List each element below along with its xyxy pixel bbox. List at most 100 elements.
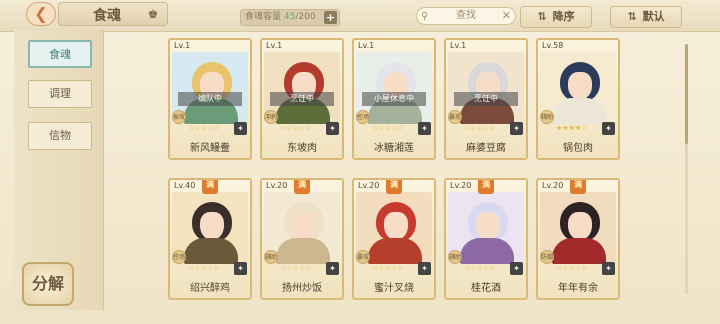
decompose-label: 分解 xyxy=(31,274,64,293)
character-body xyxy=(552,238,606,264)
star-rating: ☆☆☆☆☆ xyxy=(464,264,496,272)
food-soul-card[interactable]: Lv.1 小屋休息中 控场 ☆☆☆☆☆ ✦ 冰糖湘莲 xyxy=(352,38,436,160)
food-soul-card[interactable]: Lv.1 烹饪中 暴攻 ☆☆☆☆☆ ✦ 麻婆豆腐 xyxy=(444,38,528,160)
card-name: 锅包肉 xyxy=(563,143,593,154)
element-badge: 辅助 xyxy=(448,250,462,264)
food-soul-card[interactable]: Lv.1 烹饪中 冲刺 ☆☆☆☆☆ ✦ 东坡肉 xyxy=(260,38,344,160)
star-rating: ☆☆☆☆☆ xyxy=(280,264,312,272)
element-badge: 暴攻 xyxy=(448,110,462,124)
search-input[interactable]: ⚲ 查找 ✕ xyxy=(416,7,516,25)
max-ribbon: 满 xyxy=(478,180,494,194)
star-rating: ★★★★☆ xyxy=(556,124,588,132)
back-button[interactable]: ❮ xyxy=(26,2,56,26)
capacity-total: /200 xyxy=(295,12,316,22)
card-level: Lv.58 xyxy=(542,41,564,50)
character-body xyxy=(552,98,606,124)
sort-type-label: 默认 xyxy=(642,10,665,23)
character-body xyxy=(368,238,422,264)
max-ribbon: 满 xyxy=(570,180,586,194)
star-rating: ☆☆☆☆☆ xyxy=(556,264,588,272)
card-level: Lv.1 xyxy=(266,41,283,50)
food-soul-card[interactable]: 满 Lv.20 暴攻 ☆☆☆☆☆ ✦ 蜜汁叉烧 xyxy=(352,178,436,300)
card-status: 编队中 xyxy=(178,92,242,106)
clear-icon[interactable]: ✕ xyxy=(502,8,511,24)
sort-order-button[interactable]: ⇅ 降序 xyxy=(520,6,592,28)
food-soul-card[interactable]: 满 Lv.40 控场 ☆☆☆☆☆ ✦ 绍兴醉鸡 xyxy=(168,178,252,300)
card-level: Lv.40 xyxy=(174,181,196,190)
food-soul-card[interactable]: Lv.1 编队中 振攻 ☆☆☆☆☆ ✦ 新风鳗鲞 xyxy=(168,38,252,160)
game-screen: ❮ 食魂 ♚ 食魂容量 45/200 + ⚲ 查找 ✕ ⇅ 降序 ⇅ 默认 食魂 调… xyxy=(0,0,720,324)
search-icon: ⚲ xyxy=(421,11,429,22)
element-badge: 冲刺 xyxy=(264,110,278,124)
card-name: 麻婆豆腐 xyxy=(466,143,506,154)
element-badge: 振攻 xyxy=(172,110,186,124)
skill-icon: ✦ xyxy=(602,122,615,135)
food-soul-card[interactable]: 满 Lv.20 防御 ☆☆☆☆☆ ✦ 年年有余 xyxy=(536,178,620,300)
card-name: 年年有余 xyxy=(558,283,598,294)
star-rating: ☆☆☆☆☆ xyxy=(188,124,220,132)
card-level: Lv.1 xyxy=(174,41,191,50)
card-name: 蜜汁叉烧 xyxy=(374,283,414,294)
top-bar: ❮ 食魂 ♚ 食魂容量 45/200 + ⚲ 查找 ✕ ⇅ 降序 ⇅ 默认 xyxy=(0,0,720,32)
card-level: Lv.1 xyxy=(450,41,467,50)
card-level: Lv.20 xyxy=(542,181,564,190)
card-status: 烹饪中 xyxy=(270,92,334,106)
skill-icon: ✦ xyxy=(234,122,247,135)
character-face xyxy=(200,212,224,240)
tab-food-soul-label: 食魂 xyxy=(49,48,71,61)
food-soul-card[interactable]: Lv.58 辅助 ★★★★☆ ✦ 锅包肉 xyxy=(536,38,620,160)
element-badge: 控场 xyxy=(356,110,370,124)
tab-keepsake[interactable]: 信物 xyxy=(28,122,92,150)
star-rating: ☆☆☆☆☆ xyxy=(372,124,404,132)
max-ribbon: 满 xyxy=(202,180,218,194)
star-rating: ☆☆☆☆☆ xyxy=(372,264,404,272)
card-level: Lv.20 xyxy=(266,181,288,190)
character-body xyxy=(184,238,238,264)
star-rating: ☆☆☆☆☆ xyxy=(280,124,312,132)
max-ribbon: 满 xyxy=(294,180,310,194)
card-name: 绍兴醉鸡 xyxy=(190,283,230,294)
element-badge: 控场 xyxy=(172,250,186,264)
element-badge: 辅助 xyxy=(540,110,554,124)
skill-icon: ✦ xyxy=(510,122,523,135)
title-tab: 食魂 ♚ xyxy=(58,2,168,26)
decompose-button[interactable]: 分解 xyxy=(22,262,74,306)
character-face xyxy=(568,212,592,240)
page-title: 食魂 xyxy=(93,8,121,24)
card-name: 冰糖湘莲 xyxy=(374,143,414,154)
skill-icon: ✦ xyxy=(234,262,247,275)
sort-order-label: 降序 xyxy=(552,10,575,23)
card-level: Lv.20 xyxy=(450,181,472,190)
skill-icon: ✦ xyxy=(510,262,523,275)
skill-icon: ✦ xyxy=(326,262,339,275)
character-face xyxy=(292,212,316,240)
search-placeholder: 查找 xyxy=(456,10,476,21)
element-badge: 暴攻 xyxy=(356,250,370,264)
food-soul-grid: Lv.1 编队中 振攻 ☆☆☆☆☆ ✦ 新风鳗鲞 Lv.1 烹饪中 冲刺 ☆☆☆… xyxy=(168,38,668,318)
character-face xyxy=(476,212,500,240)
sort-type-button[interactable]: ⇅ 默认 xyxy=(610,6,682,28)
card-name: 扬州炒饭 xyxy=(282,283,322,294)
max-ribbon: 满 xyxy=(386,180,402,194)
capacity-label: 食魂容量 xyxy=(245,12,282,22)
capacity-used: 45 xyxy=(283,12,296,22)
tab-keepsake-label: 信物 xyxy=(49,129,71,142)
tab-seasoning[interactable]: 调理 xyxy=(28,80,92,108)
star-rating: ☆☆☆☆☆ xyxy=(188,264,220,272)
capacity-indicator: 食魂容量 45/200 + xyxy=(240,9,340,26)
skill-icon: ✦ xyxy=(602,262,615,275)
add-capacity-button[interactable]: + xyxy=(324,11,337,24)
star-rating: ☆☆☆☆☆ xyxy=(464,124,496,132)
scroll-thumb[interactable] xyxy=(685,44,688,144)
tab-food-soul[interactable]: 食魂 xyxy=(28,40,92,68)
character-body xyxy=(276,238,330,264)
back-arrow-icon: ❮ xyxy=(34,4,48,23)
character-face xyxy=(384,212,408,240)
card-level: Lv.20 xyxy=(358,181,380,190)
card-status: 烹饪中 xyxy=(454,92,518,106)
food-soul-card[interactable]: 满 Lv.20 辅助 ☆☆☆☆☆ ✦ 桂花酒 xyxy=(444,178,528,300)
element-badge: 辅助 xyxy=(264,250,278,264)
skill-icon: ✦ xyxy=(326,122,339,135)
food-soul-card[interactable]: 满 Lv.20 辅助 ☆☆☆☆☆ ✦ 扬州炒饭 xyxy=(260,178,344,300)
sort-type-icon: ⇅ xyxy=(627,10,637,23)
